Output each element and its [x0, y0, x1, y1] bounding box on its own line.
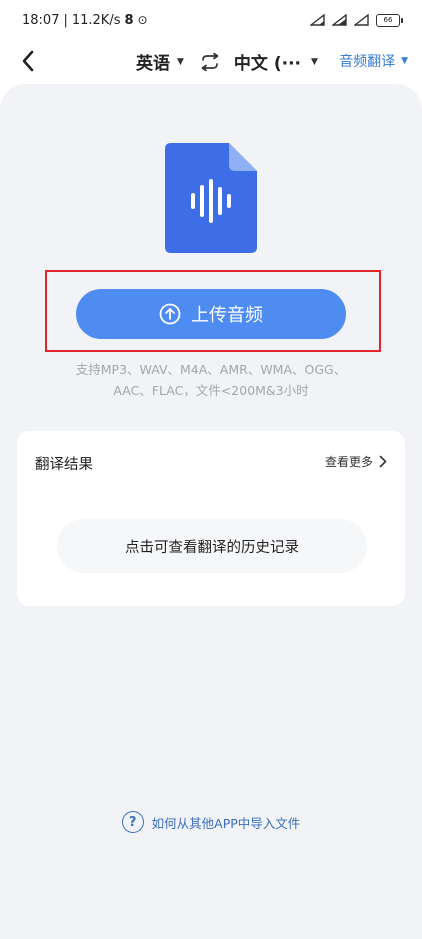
back-button[interactable]	[14, 47, 42, 75]
import-help-label: 如何从其他APP中导入文件	[151, 815, 301, 831]
swap-icon	[201, 52, 219, 71]
main-panel: 上传音频 支持MP3、WAV、M4A、AMR、WMA、OGG、 AAC、FLAC…	[0, 84, 422, 939]
import-help-link[interactable]: ? 如何从其他APP中导入文件	[0, 811, 422, 833]
status-right: 66	[310, 13, 403, 27]
wifi-icon	[354, 14, 369, 26]
source-language-label: 英语	[136, 54, 170, 74]
question-icon: ?	[121, 811, 144, 833]
result-title: 翻译结果	[35, 457, 93, 473]
chevron-left-icon	[22, 50, 34, 72]
supported-formats-text: 支持MP3、WAV、M4A、AMR、WMA、OGG、 AAC、FLAC，文件<2…	[0, 359, 422, 401]
battery-icon: 66	[376, 13, 403, 27]
formats-line-1: 支持MP3、WAV、M4A、AMR、WMA、OGG、	[75, 362, 347, 377]
swap-languages-button[interactable]	[198, 50, 222, 74]
status-network-speed: 11.2K/s	[71, 12, 121, 28]
chevron-right-icon	[379, 455, 387, 468]
target-language-select[interactable]: 中文 (··· ▼	[234, 49, 318, 74]
status-left: 18:07 | 11.2K/s 8 ⊙	[22, 13, 148, 28]
status-divider: |	[63, 12, 68, 28]
signal-icon	[310, 14, 325, 26]
history-button[interactable]: 点击可查看翻译的历史记录	[57, 519, 367, 573]
view-more-link[interactable]: 查看更多	[325, 453, 387, 470]
view-more-label: 查看更多	[324, 455, 373, 469]
translation-result-card: 翻译结果 查看更多 点击可查看翻译的历史记录	[17, 431, 405, 606]
language-selector: 英语 ▼ 中文 (··· ▼	[136, 49, 318, 74]
alarm-icon: ⊙	[137, 13, 148, 27]
caret-down-icon: ▼	[401, 56, 408, 66]
translation-mode-select[interactable]: 音频翻译 ▼	[339, 51, 408, 71]
highlight-annotation-box	[45, 270, 381, 352]
caret-down-icon: ▼	[310, 56, 318, 67]
audio-file-icon	[165, 143, 257, 253]
translation-mode-label: 音频翻译	[339, 54, 396, 70]
status-extra: 8	[124, 12, 134, 28]
top-nav: 英语 ▼ 中文 (··· ▼ 音频翻译 ▼	[0, 40, 422, 82]
target-language-label: 中文 (···	[233, 54, 301, 74]
signal-icon-2	[332, 14, 347, 26]
status-time: 18:07	[22, 12, 60, 28]
status-bar: 18:07 | 11.2K/s 8 ⊙ 66	[0, 0, 422, 40]
source-language-select[interactable]: 英语 ▼	[136, 49, 184, 74]
formats-line-2: AAC、FLAC，文件<200M&3小时	[113, 383, 309, 398]
caret-down-icon: ▼	[177, 56, 184, 67]
